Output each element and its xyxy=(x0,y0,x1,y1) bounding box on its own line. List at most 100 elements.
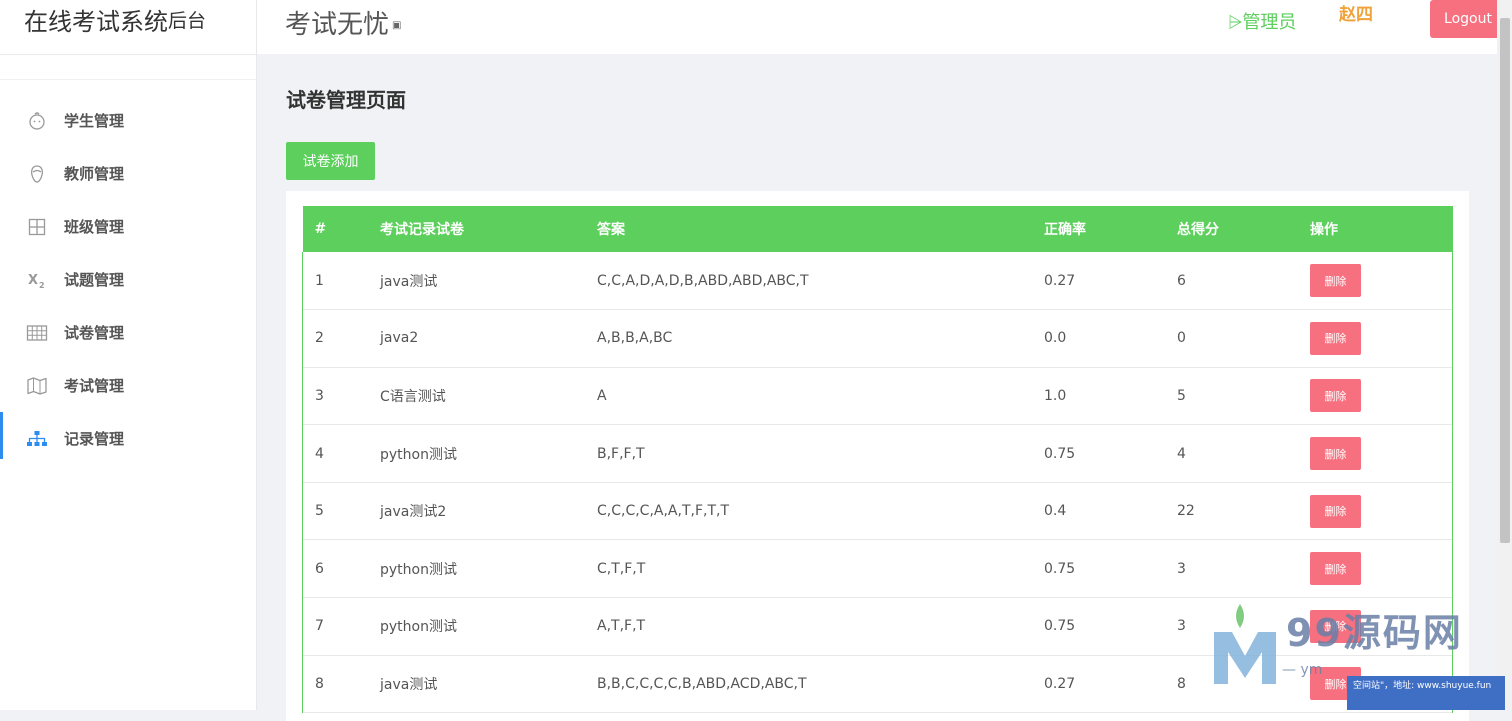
sidebar-item-papers[interactable]: 试卷管理 xyxy=(0,306,256,359)
cell-accuracy: 1.0 xyxy=(1044,387,1067,404)
sidebar: 在线考试系统 后台 学生管理 教师管理 班级管理 X2 试题管理 试卷管理 考试… xyxy=(0,0,257,710)
sidebar-item-label: 记录管理 xyxy=(64,430,125,448)
top-header: 考试无忧 ▣ ⩥管理员 赵四 Logout xyxy=(257,0,1506,54)
delete-button[interactable]: 删除 xyxy=(1310,321,1361,355)
cell-paper: java2 xyxy=(380,330,419,347)
sidebar-item-records[interactable]: 记录管理 xyxy=(0,412,256,465)
col-header-action: 操作 xyxy=(1310,222,1338,238)
cell-action: 删除 xyxy=(1310,424,1453,483)
col-header-accuracy: 正确率 xyxy=(1044,222,1086,238)
cell-action: 删除 xyxy=(1310,597,1453,656)
page-title: 试卷管理页面 xyxy=(286,88,406,112)
scrollbar-thumb[interactable] xyxy=(1500,18,1510,543)
sidebar-item-exams[interactable]: 考试管理 xyxy=(0,359,256,412)
user-role: ⩥管理员 xyxy=(1228,12,1297,33)
sitemap-icon xyxy=(26,428,48,450)
cell-score: 3 xyxy=(1177,560,1186,577)
cell-answer: C,C,C,C,A,A,T,F,T,T xyxy=(597,503,730,520)
table-row: 3 C语言测试 A 1.0 5 删除 xyxy=(302,367,1453,425)
records-table: # 考试记录试卷 答案 正确率 总得分 操作 1 java测试 C,C,A,D,… xyxy=(302,206,1453,713)
cell-score: 4 xyxy=(1177,445,1186,462)
sidebar-item-label: 试卷管理 xyxy=(64,324,125,342)
cell-score: 8 xyxy=(1177,675,1186,692)
page-scrollbar[interactable] xyxy=(1497,0,1512,710)
table-icon xyxy=(26,322,48,344)
teacher-icon xyxy=(26,163,48,185)
cell-answer: A,B,B,A,BC xyxy=(597,330,673,347)
cell-accuracy: 0.75 xyxy=(1044,618,1076,635)
cell-paper: python测试 xyxy=(380,446,457,463)
table-row: 7 python测试 A,T,F,T 0.75 3 删除 xyxy=(302,597,1453,656)
cell-score: 5 xyxy=(1177,387,1186,404)
username: 赵四 xyxy=(1339,5,1373,25)
brand-title: 在线考试系统 xyxy=(24,8,168,36)
table-header-row: # 考试记录试卷 答案 正确率 总得分 操作 xyxy=(302,206,1453,252)
app-title: 考试无忧 ▣ xyxy=(285,4,401,41)
cell-action: 删除 xyxy=(1310,252,1453,310)
cell-answer: C,T,F,T xyxy=(597,560,646,577)
delete-button[interactable]: 删除 xyxy=(1310,494,1361,528)
cell-paper: python测试 xyxy=(380,619,457,636)
cell-accuracy: 0.0 xyxy=(1044,330,1067,347)
sidebar-item-label: 教师管理 xyxy=(64,165,125,183)
cell-index: 6 xyxy=(302,539,380,598)
class-grid-icon xyxy=(26,216,48,238)
cell-accuracy: 0.75 xyxy=(1044,445,1076,462)
cell-paper: java测试2 xyxy=(380,504,447,521)
brand-subtitle: 后台 xyxy=(168,10,207,32)
logout-button[interactable]: Logout xyxy=(1430,0,1506,38)
sidebar-item-label: 考试管理 xyxy=(64,377,125,395)
cell-paper: python测试 xyxy=(380,561,457,578)
table-card: # 考试记录试卷 答案 正确率 总得分 操作 1 java测试 C,C,A,D,… xyxy=(286,191,1469,721)
cell-index: 3 xyxy=(302,367,380,425)
delete-button[interactable]: 删除 xyxy=(1310,437,1361,471)
cell-action: 删除 xyxy=(1310,367,1453,425)
sidebar-item-classes[interactable]: 班级管理 xyxy=(0,200,256,253)
delete-button[interactable]: 删除 xyxy=(1310,667,1361,701)
cell-paper: C语言测试 xyxy=(380,388,446,405)
cell-index: 1 xyxy=(302,252,380,310)
cell-index: 5 xyxy=(302,482,380,540)
svg-text:2: 2 xyxy=(39,281,45,290)
app-title-badge: ▣ xyxy=(392,20,402,31)
cell-answer: B,B,C,C,C,C,B,ABD,ACD,ABC,T xyxy=(597,675,807,692)
cell-score: 6 xyxy=(1177,272,1186,289)
table-row: 5 java测试2 C,C,C,C,A,A,T,F,T,T 0.4 22 删除 xyxy=(302,482,1453,540)
sidebar-item-teachers[interactable]: 教师管理 xyxy=(0,147,256,200)
sidebar-divider xyxy=(0,55,256,80)
sidebar-item-label: 试题管理 xyxy=(64,271,125,289)
cell-score: 0 xyxy=(1177,330,1186,347)
cell-answer: A xyxy=(597,387,607,404)
delete-button[interactable]: 删除 xyxy=(1310,552,1361,586)
sidebar-item-label: 学生管理 xyxy=(64,112,125,130)
col-header-score: 总得分 xyxy=(1177,222,1219,238)
cell-answer: B,F,F,T xyxy=(597,445,645,462)
app-title-text: 考试无忧 xyxy=(285,10,390,40)
cell-accuracy: 0.27 xyxy=(1044,675,1076,692)
cell-accuracy: 0.4 xyxy=(1044,503,1067,520)
svg-text:X: X xyxy=(28,273,38,288)
sidebar-item-students[interactable]: 学生管理 xyxy=(0,94,256,147)
cell-score: 22 xyxy=(1177,503,1195,520)
col-header-paper: 考试记录试卷 xyxy=(380,222,464,238)
table-row: 2 java2 A,B,B,A,BC 0.0 0 删除 xyxy=(302,309,1453,368)
delete-button[interactable]: 删除 xyxy=(1310,264,1361,298)
col-header-index: # xyxy=(314,221,327,237)
add-paper-button[interactable]: 试卷添加 xyxy=(286,142,375,180)
student-icon xyxy=(26,110,48,132)
delete-button[interactable]: 删除 xyxy=(1310,609,1361,643)
cell-index: 7 xyxy=(302,597,380,656)
cell-paper: java测试 xyxy=(380,676,438,693)
cell-accuracy: 0.27 xyxy=(1044,272,1076,289)
map-icon xyxy=(26,375,48,397)
cell-score: 3 xyxy=(1177,618,1186,635)
sidebar-menu: 学生管理 教师管理 班级管理 X2 试题管理 试卷管理 考试管理 记录管理 xyxy=(0,94,256,465)
table-row: 4 python测试 B,F,F,T 0.75 4 删除 xyxy=(302,424,1453,483)
cell-action: 删除 xyxy=(1310,309,1453,368)
sidebar-item-questions[interactable]: X2 试题管理 xyxy=(0,253,256,306)
cell-index: 8 xyxy=(302,655,380,713)
sidebar-item-label: 班级管理 xyxy=(64,218,125,236)
table-row: 8 java测试 B,B,C,C,C,C,B,ABD,ACD,ABC,T 0.2… xyxy=(302,655,1453,713)
cell-index: 4 xyxy=(302,424,380,483)
delete-button[interactable]: 删除 xyxy=(1310,379,1361,413)
